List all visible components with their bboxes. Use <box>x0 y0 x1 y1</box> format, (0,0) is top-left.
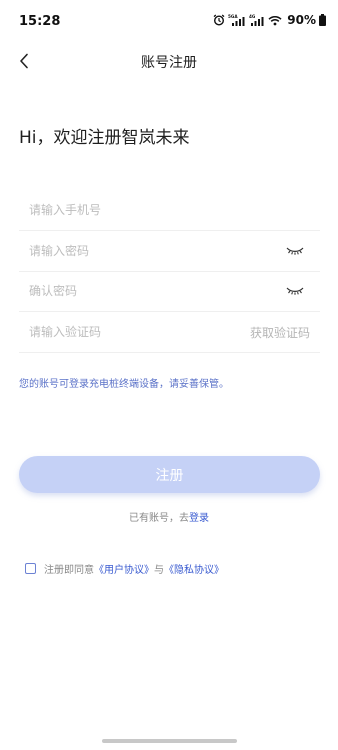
clock: 15:28 <box>19 14 61 29</box>
login-prompt: 已有账号，去登录 <box>0 509 338 524</box>
login-link[interactable]: 登录 <box>189 513 209 524</box>
get-code-button[interactable]: 获取验证码 <box>250 324 310 341</box>
agreement-and: 与 <box>154 565 164 576</box>
signal-4g-label: 4G <box>249 14 256 19</box>
signal-5ga-label: 5GA <box>228 14 238 19</box>
confirm-password-field <box>19 271 320 312</box>
signal-4g-icon: 4G <box>249 14 264 26</box>
wifi-icon <box>268 15 282 25</box>
phone-input[interactable] <box>29 200 229 220</box>
nav-bar: 账号注册 <box>0 44 338 78</box>
confirm-password-input[interactable] <box>29 281 229 301</box>
register-button[interactable]: 注册 <box>19 456 320 493</box>
password-field <box>19 231 320 272</box>
eye-closed-icon[interactable] <box>286 243 304 257</box>
battery-icon <box>319 14 326 26</box>
account-note: 您的账号可登录充电桩终端设备，请妥善保管。 <box>19 379 229 390</box>
greeting-heading: Hi，欢迎注册智岚未来 <box>19 128 190 148</box>
agreement-prefix: 注册即同意 <box>44 565 94 576</box>
home-indicator[interactable] <box>102 739 237 743</box>
eye-closed-icon[interactable] <box>286 283 304 297</box>
verification-code-input[interactable] <box>29 322 229 342</box>
status-bar: 15:28 5GA 4G 90% <box>0 0 338 44</box>
agreement-row: 注册即同意 《用户协议》 与 《隐私协议》 <box>25 561 224 576</box>
signal-5ga-icon: 5GA <box>228 14 245 26</box>
password-input[interactable] <box>29 241 229 261</box>
status-icons: 5GA 4G 90% <box>213 13 326 27</box>
verification-code-field: 获取验证码 <box>19 312 320 353</box>
phone-field <box>19 190 320 231</box>
battery-level: 90% <box>287 13 316 27</box>
agreement-checkbox[interactable] <box>25 563 36 574</box>
user-agreement-link[interactable]: 《用户协议》 <box>94 561 154 576</box>
login-prefix: 已有账号，去 <box>129 513 189 524</box>
page-title: 账号注册 <box>141 55 197 71</box>
alarm-icon <box>213 14 225 26</box>
privacy-agreement-link[interactable]: 《隐私协议》 <box>164 561 224 576</box>
